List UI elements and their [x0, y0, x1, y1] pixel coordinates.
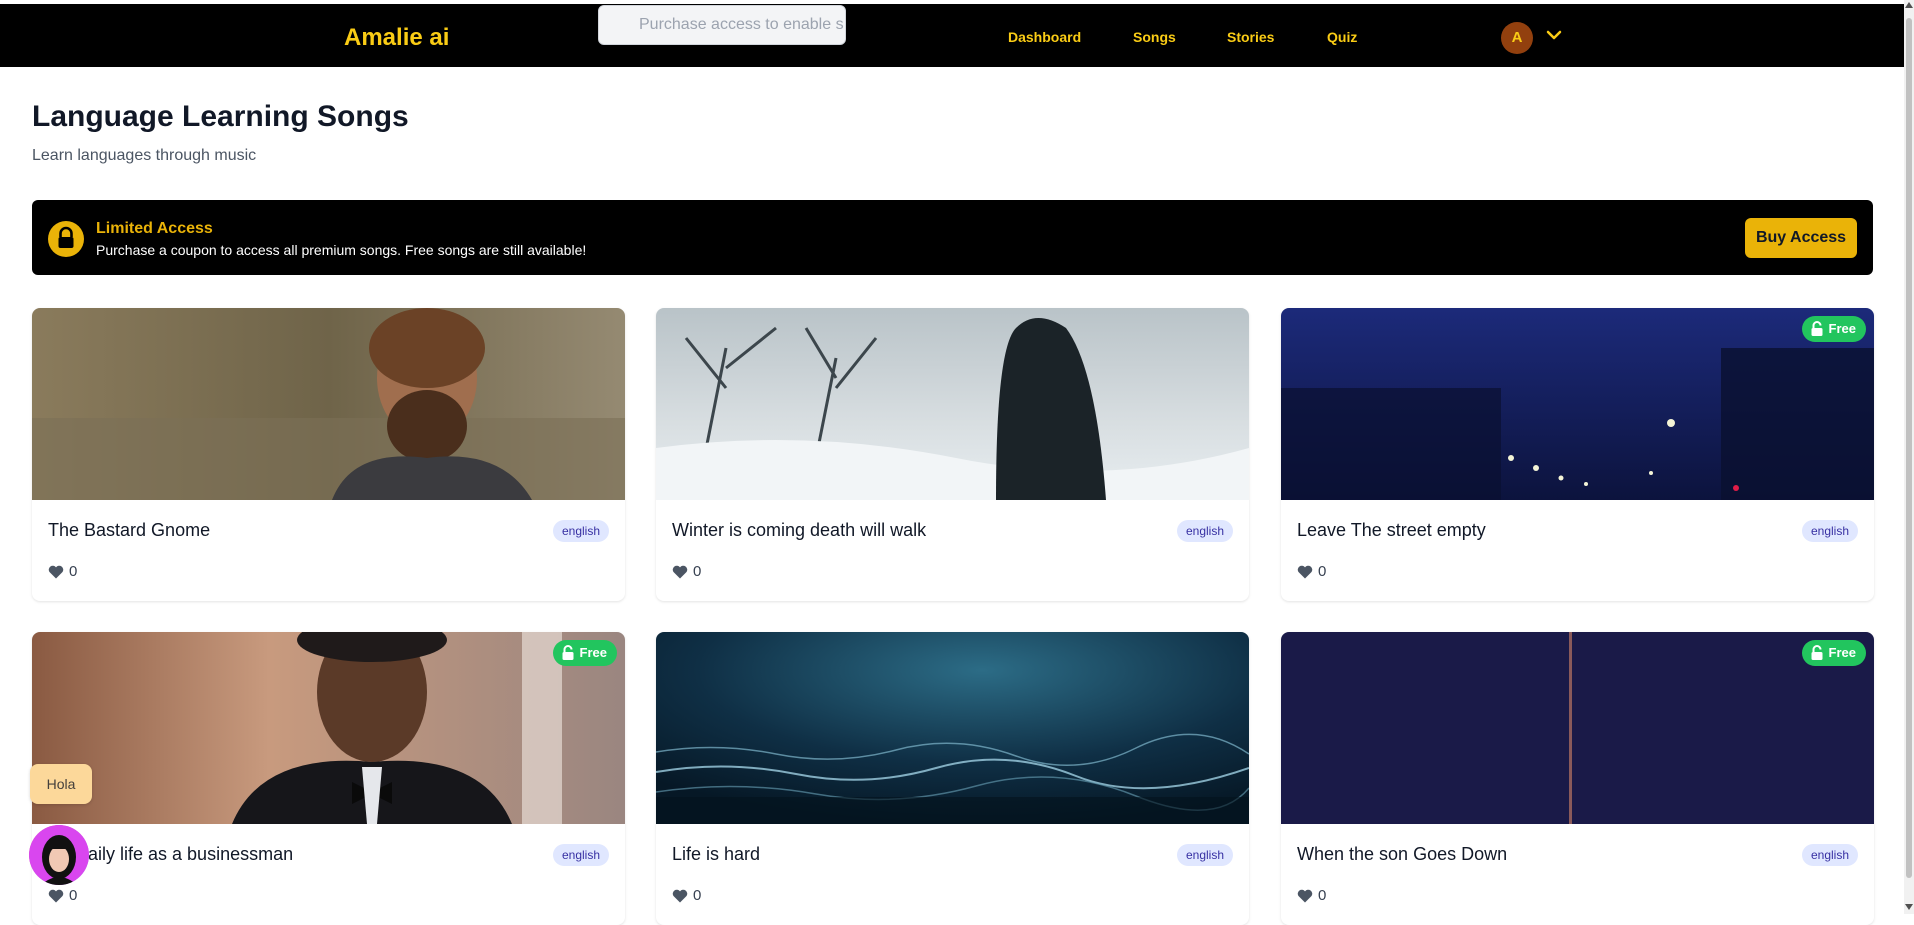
heart-icon[interactable]: [1297, 565, 1313, 579]
like-count[interactable]: 0: [672, 887, 701, 904]
song-thumbnail: [656, 632, 1249, 824]
song-card[interactable]: Free When the son Goes Down english 0: [1281, 632, 1874, 925]
song-title[interactable]: aily life as a businessman: [88, 844, 293, 865]
heart-icon[interactable]: [1297, 889, 1313, 903]
scroll-up-arrow-icon[interactable]: [1905, 2, 1913, 8]
brand-logo[interactable]: Amalie ai: [344, 24, 449, 52]
song-thumbnail: [1281, 632, 1874, 824]
buy-access-button[interactable]: Buy Access: [1745, 218, 1857, 258]
chevron-down-icon[interactable]: [1545, 26, 1563, 44]
language-badge: english: [1176, 520, 1233, 542]
banner-title: Limited Access: [96, 220, 213, 237]
language-badge: english: [1176, 844, 1233, 866]
page-subtitle: Learn languages through music: [32, 147, 257, 164]
language-badge: english: [1801, 520, 1858, 542]
heart-icon[interactable]: [48, 889, 64, 903]
page-title: Language Learning Songs: [32, 100, 409, 133]
assistant-greeting-bubble[interactable]: Hola: [30, 764, 92, 804]
like-count-value: 0: [693, 887, 702, 904]
song-title[interactable]: Winter is coming death will walk: [672, 520, 926, 541]
free-badge: Free: [1801, 316, 1866, 342]
free-label: Free: [1828, 321, 1856, 336]
like-count[interactable]: 0: [48, 563, 77, 580]
nav-link-stories[interactable]: Stories: [1227, 29, 1274, 45]
search-input[interactable]: Purchase access to enable s: [598, 5, 846, 45]
song-card[interactable]: Free Leave The street empty english 0: [1281, 308, 1874, 601]
nav-link-songs[interactable]: Songs: [1133, 29, 1176, 45]
language-badge: english: [1801, 844, 1858, 866]
free-badge: Free: [1801, 640, 1866, 666]
like-count-value: 0: [1318, 563, 1327, 580]
language-badge: english: [552, 844, 609, 866]
song-title[interactable]: Leave The street empty: [1297, 520, 1486, 541]
like-count-value: 0: [1318, 887, 1327, 904]
song-card[interactable]: Winter is coming death will walk english…: [656, 308, 1249, 601]
unlock-icon: [1811, 645, 1823, 660]
top-navbar: Amalie ai Purchase access to enable s Da…: [0, 4, 1904, 67]
song-thumbnail: [1281, 308, 1874, 500]
user-avatar[interactable]: A: [1501, 22, 1533, 54]
song-card[interactable]: The Bastard Gnome english 0: [32, 308, 625, 601]
free-label: Free: [1828, 645, 1856, 660]
lock-icon: [48, 221, 84, 257]
like-count[interactable]: 0: [1297, 887, 1326, 904]
language-badge: english: [552, 520, 609, 542]
free-label: Free: [579, 645, 607, 660]
unlock-icon: [562, 645, 574, 660]
like-count-value: 0: [693, 563, 702, 580]
like-count[interactable]: 0: [672, 563, 701, 580]
unlock-icon: [1811, 321, 1823, 336]
banner-text: Purchase a coupon to access all premium …: [96, 242, 587, 258]
scroll-down-arrow-icon[interactable]: [1905, 904, 1913, 910]
nav-link-quiz[interactable]: Quiz: [1327, 29, 1357, 45]
song-card[interactable]: Life is hard english 0: [656, 632, 1249, 925]
song-title[interactable]: Life is hard: [672, 844, 760, 865]
like-count[interactable]: 0: [48, 887, 77, 904]
like-count-value: 0: [69, 887, 78, 904]
free-badge: Free: [552, 640, 617, 666]
song-thumbnail: [656, 308, 1249, 500]
assistant-avatar[interactable]: [29, 825, 89, 885]
like-count-value: 0: [69, 563, 78, 580]
song-title[interactable]: The Bastard Gnome: [48, 520, 210, 541]
song-card[interactable]: Free aily life as a businessman english …: [32, 632, 625, 925]
scrollbar-thumb[interactable]: [1906, 18, 1912, 878]
heart-icon[interactable]: [672, 565, 688, 579]
song-title[interactable]: When the son Goes Down: [1297, 844, 1507, 865]
nav-link-dashboard[interactable]: Dashboard: [1008, 29, 1081, 45]
like-count[interactable]: 0: [1297, 563, 1326, 580]
limited-access-banner: Limited Access Purchase a coupon to acce…: [32, 200, 1873, 275]
heart-icon[interactable]: [672, 889, 688, 903]
song-thumbnail: [32, 632, 625, 824]
song-thumbnail: [32, 308, 625, 500]
heart-icon[interactable]: [48, 565, 64, 579]
